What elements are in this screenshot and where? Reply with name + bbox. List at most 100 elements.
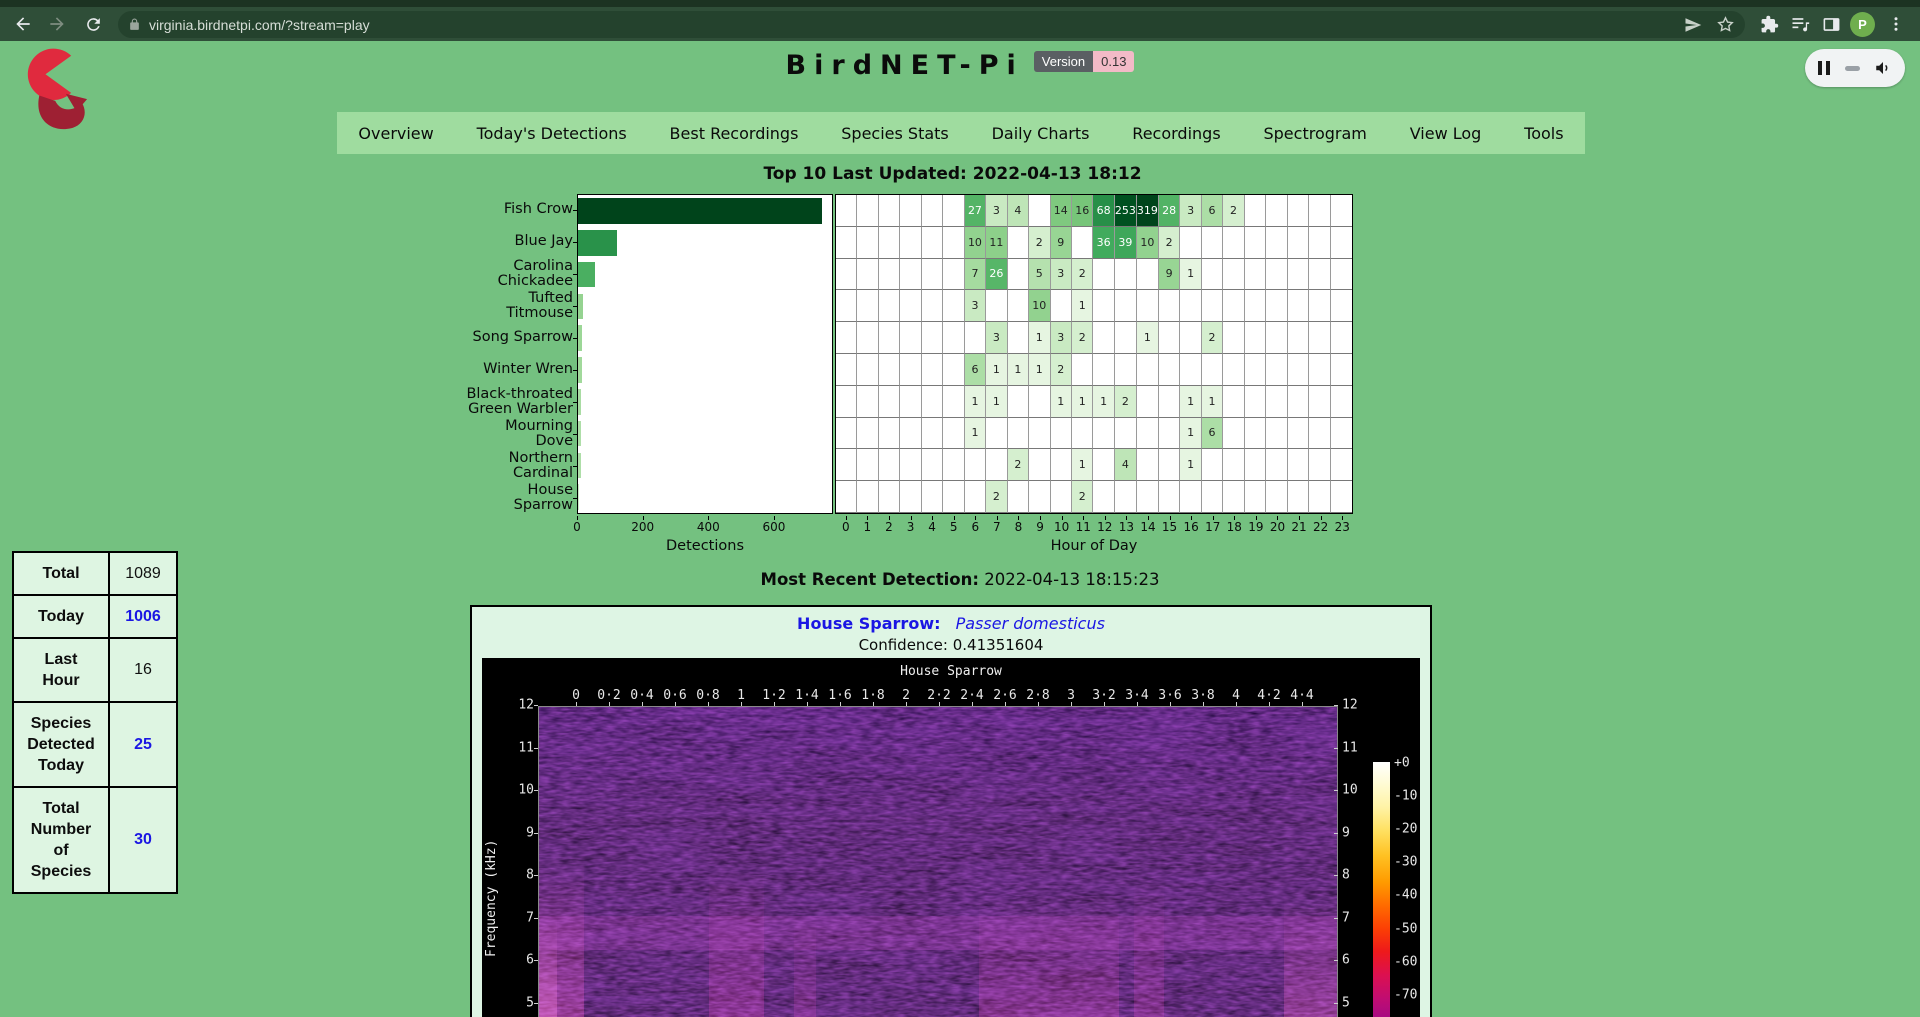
heatmap-cell-r5-h1 (857, 354, 878, 386)
heatmap-cell-r2-h11: 2 (1072, 259, 1093, 291)
menu-kebab-icon[interactable] (1885, 13, 1907, 35)
heatmap-cell-r0-h7: 3 (986, 195, 1007, 227)
heatmap-cell-r1-h4 (922, 227, 943, 259)
heatmap-x-tick-label: 17 (1205, 520, 1220, 534)
heatmap-cell-r5-h13 (1115, 354, 1137, 386)
colorbar (1373, 762, 1390, 1017)
side-panel-icon[interactable] (1820, 13, 1842, 35)
heatmap-cell-r4-h7: 3 (986, 322, 1007, 354)
nav-item-recordings[interactable]: Recordings (1126, 120, 1226, 147)
nav-item-species-stats[interactable]: Species Stats (835, 120, 955, 147)
heatmap-cell-r2-h6: 7 (965, 259, 986, 291)
spectrogram-y-tick (534, 1003, 538, 1004)
heatmap-cell-r4-h9: 1 (1029, 322, 1050, 354)
heatmap-cell-r9-h20 (1266, 481, 1287, 513)
spectrogram-x-tick (807, 702, 808, 706)
detection-common-name[interactable]: House Sparrow: (797, 614, 940, 633)
spectrogram-y-tick-label-right: 12 (1342, 698, 1358, 713)
heatmap-cell-r5-h18 (1223, 354, 1244, 386)
confidence-value: 0.41351604 (953, 636, 1044, 654)
heatmap-cell-r8-h3 (900, 449, 921, 481)
send-icon[interactable] (1684, 16, 1702, 34)
heatmap-cell-r3-h3 (900, 290, 921, 322)
nav-item-best-recordings[interactable]: Best Recordings (664, 120, 805, 147)
heatmap-cell-r9-h17 (1202, 481, 1223, 513)
heatmap-x-tick-label: 6 (971, 520, 979, 534)
heatmap-cell-r1-h22 (1309, 227, 1330, 259)
heatmap-cell-r3-h18 (1223, 290, 1244, 322)
heatmap-cell-r7-h9 (1029, 418, 1050, 450)
heatmap-cell-r5-h12 (1093, 354, 1114, 386)
nav-item-view-log[interactable]: View Log (1404, 120, 1488, 147)
stats-label: TotalNumberofSpecies (13, 787, 109, 893)
heatmap-cell-r4-h12 (1093, 322, 1114, 354)
heatmap-cell-r9-h23 (1331, 481, 1352, 513)
heatmap-cell-r8-h0 (836, 449, 857, 481)
spectrogram-x-tick (1269, 702, 1270, 706)
audio-player[interactable] (1805, 49, 1905, 87)
heatmap-cell-r1-h17 (1202, 227, 1223, 259)
heatmap-cell-r0-h15: 28 (1159, 195, 1180, 227)
pause-icon[interactable] (1818, 61, 1830, 75)
spectrogram-y-tick (534, 960, 538, 961)
stats-label: SpeciesDetectedToday (13, 702, 109, 787)
version-value: 0.13 (1093, 51, 1134, 72)
heatmap-cell-r5-h6: 6 (965, 354, 986, 386)
heatmap-cell-r7-h15 (1159, 418, 1180, 450)
spectrogram-y-tick-label-right: 9 (1342, 825, 1350, 840)
heatmap-cell-r7-h7 (986, 418, 1007, 450)
back-icon[interactable] (12, 13, 34, 35)
seek-icon[interactable] (1845, 66, 1860, 71)
heatmap-cell-r3-h8 (1008, 290, 1029, 322)
spectrogram-x-tick-label: 0·4 (630, 688, 653, 703)
colorbar-tick-label: -20 (1394, 822, 1417, 837)
url-text[interactable]: virginia.birdnetpi.com/?stream=play (149, 17, 1684, 33)
bookmark-star-icon[interactable] (1716, 15, 1735, 34)
profile-avatar[interactable]: P (1850, 12, 1875, 37)
heatmap-cell-r8-h20 (1266, 449, 1287, 481)
media-controls-icon[interactable] (1789, 13, 1811, 35)
heatmap-cell-r9-h22 (1309, 481, 1330, 513)
species-tick (573, 498, 577, 499)
heatmap-cell-r2-h9: 5 (1029, 259, 1050, 291)
nav-item-overview[interactable]: Overview (352, 120, 439, 147)
heatmap-cell-r9-h4 (922, 481, 943, 513)
heatmap-cell-r7-h21 (1288, 418, 1309, 450)
heatmap-x-tick-label: 9 (1036, 520, 1044, 534)
volume-icon[interactable] (1874, 59, 1892, 77)
spectrogram-x-tick (1071, 702, 1072, 706)
heatmap-cell-r6-h21 (1288, 386, 1309, 418)
nav-item-daily-charts[interactable]: Daily Charts (986, 120, 1096, 147)
species-label-house-sparrow: House Sparrow (465, 481, 573, 515)
heatmap-cell-r7-h22 (1309, 418, 1330, 450)
forward-icon[interactable] (46, 13, 68, 35)
heatmap-cell-r8-h21 (1288, 449, 1309, 481)
url-bar[interactable]: virginia.birdnetpi.com/?stream=play (118, 11, 1745, 38)
spectrogram-x-tick (642, 702, 643, 706)
heatmap-cell-r2-h22 (1309, 259, 1330, 291)
extensions-icon[interactable] (1758, 13, 1780, 35)
heatmap-cell-r4-h14: 1 (1137, 322, 1159, 354)
spectrogram-x-tick (675, 702, 676, 706)
heatmap-cell-r1-h12: 36 (1093, 227, 1114, 259)
stats-value-link[interactable]: 1006 (125, 608, 161, 625)
stats-value-link[interactable]: 30 (134, 831, 152, 848)
nav-item-tools[interactable]: Tools (1518, 120, 1569, 147)
spectrogram-x-tick (1038, 702, 1039, 706)
bar-carolina-chickadee (578, 262, 595, 288)
spectrogram-y-tick-right (1334, 705, 1338, 706)
heatmap-cell-r0-h18: 2 (1223, 195, 1244, 227)
spectrogram-y-tick-label: 6 (510, 953, 534, 968)
reload-icon[interactable] (82, 13, 104, 35)
nav-item-spectrogram[interactable]: Spectrogram (1257, 120, 1372, 147)
stats-value-link[interactable]: 25 (134, 736, 152, 753)
detection-confidence-line: Confidence: 0.41351604 (472, 636, 1430, 654)
heatmap-cell-r0-h5 (943, 195, 964, 227)
detections-bar-plot (577, 194, 833, 514)
heatmap-cell-r7-h12 (1093, 418, 1114, 450)
nav-item-today-s-detections[interactable]: Today's Detections (471, 120, 633, 147)
spectrogram-x-tick (906, 702, 907, 706)
species-tick (573, 402, 577, 403)
heatmap-x-tick-label: 22 (1313, 520, 1328, 534)
heatmap-cell-r9-h5 (943, 481, 964, 513)
